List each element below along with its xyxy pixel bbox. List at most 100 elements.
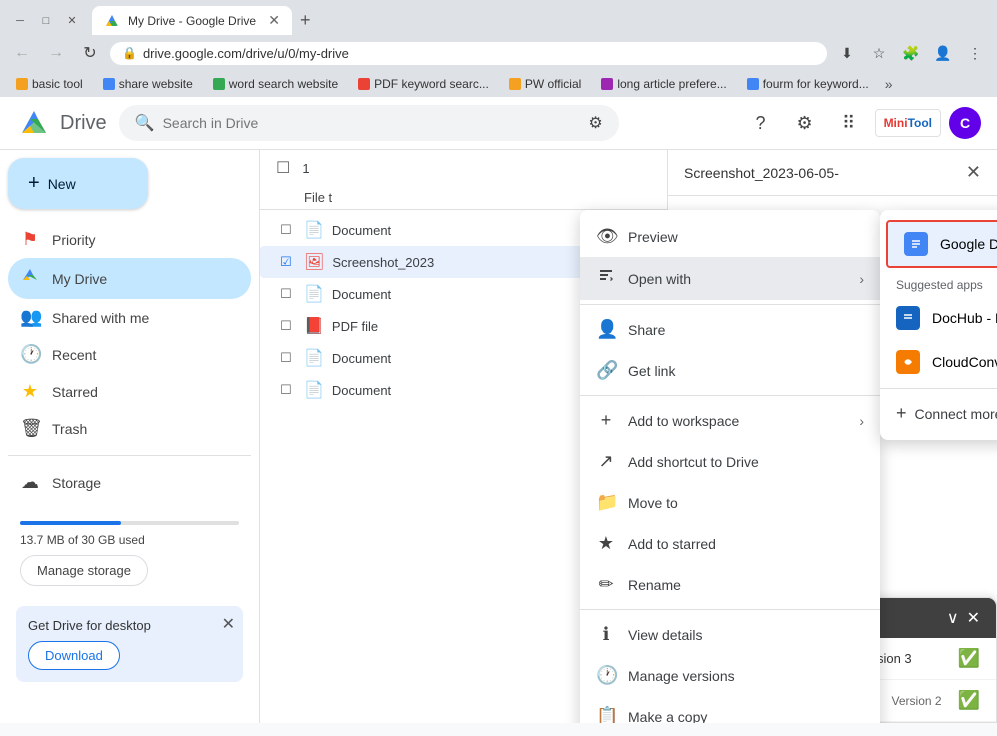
manage-storage-button[interactable]: Manage storage [20,555,148,586]
search-options-icon[interactable]: ⚙ [588,113,602,133]
recent-icon: 🕐 [20,344,40,365]
search-input[interactable] [163,115,581,131]
my-drive-icon [20,266,40,291]
menu-item-rename[interactable]: ✏ Rename [580,564,880,605]
rename-icon: ✏ [596,574,616,595]
menu-item-move-to[interactable]: 📁 Move to [580,482,880,523]
dochub-label: DocHub - PDF Sign and Edit [932,310,997,326]
doc-icon: 📄 [304,220,324,240]
menu-item-preview[interactable]: 👁 Preview [580,216,880,257]
preview-header: Screenshot_2023-06-05- ✕ [668,150,997,196]
open-with-submenu: Google Docs Suggested apps DocHub - PDF … [880,210,997,440]
file-checkbox[interactable]: ☐ [280,318,292,334]
menu-item-open-with[interactable]: Open with › [580,257,880,300]
storage-text: 13.7 MB of 30 GB used [20,533,239,547]
bookmark-label: basic tool [32,77,83,91]
file-checkbox[interactable]: ☐ [280,382,292,398]
cloudconvert-icon [896,350,920,374]
submenu-item-google-docs[interactable]: Google Docs [886,220,997,268]
bookmark-pdf-keyword[interactable]: PDF keyword searc... [350,74,497,94]
menu-icon[interactable]: ⋮ [961,39,989,67]
doc-icon: 📄 [304,348,324,368]
refresh-button[interactable]: ↻ [76,39,104,67]
menu-item-add-shortcut[interactable]: ↗ Add shortcut to Drive [580,441,880,482]
back-button[interactable]: ← [8,39,36,67]
address-bar[interactable]: 🔒 drive.google.com/drive/u/0/my-drive [110,42,827,65]
menu-item-add-workspace[interactable]: + Add to workspace › [580,400,880,441]
file-checkbox[interactable]: ☐ [280,222,292,238]
starred-icon: ★ [20,381,40,402]
sidebar-item-trash[interactable]: 🗑 Trash [8,410,251,447]
bookmark-pw-official[interactable]: PW official [501,74,589,94]
star-icon: ★ [596,533,616,554]
banner-close-button[interactable]: ✕ [222,614,235,634]
bookmark-label: PW official [525,77,581,91]
new-button[interactable]: + New [8,158,148,209]
context-menu: 👁 Preview Open with › 👤 Share 🔗 [580,210,880,723]
select-all-checkbox[interactable]: ☐ [276,158,290,178]
menu-item-get-link[interactable]: 🔗 Get link [580,350,880,391]
submenu-arrow-icon: › [859,271,864,287]
suggested-apps-title: Suggested apps [880,272,997,296]
bookmark-long-article[interactable]: long article prefere... [593,74,734,94]
download-page-icon[interactable]: ⬇ [833,39,861,67]
new-tab-button[interactable]: + [296,6,315,35]
bookmark-word-search[interactable]: word search website [205,74,346,94]
settings-button[interactable]: ⚙ [787,105,823,141]
img-icon: 🖼 [304,252,324,272]
file-checkbox[interactable]: ☐ [280,350,292,366]
menu-item-view-details[interactable]: ℹ View details [580,614,880,655]
shared-icon: 👥 [20,307,40,328]
apps-button[interactable]: ⠿ [831,105,867,141]
sidebar-item-starred[interactable]: ★ Starred [8,373,251,410]
extensions-icon[interactable]: 🧩 [897,39,925,67]
share-icon: 👤 [596,319,616,340]
sidebar-item-storage[interactable]: ☁ Storage [8,464,251,501]
menu-item-add-starred[interactable]: ★ Add to starred [580,523,880,564]
submenu-item-cloudconvert[interactable]: CloudConvert [880,340,997,384]
more-bookmarks-button[interactable]: » [881,74,897,94]
sidebar-item-priority[interactable]: ⚑ Priority [8,221,251,258]
sidebar-item-recent[interactable]: 🕐 Recent [8,336,251,373]
submenu-item-dochub[interactable]: DocHub - PDF Sign and Edit [880,296,997,340]
connect-icon: + [896,403,907,424]
file-checkbox[interactable]: ☐ [280,286,292,302]
sidebar-item-label: Shared with me [52,310,149,326]
file-checkbox[interactable]: ☑ [280,254,292,270]
profile-icon[interactable]: 👤 [929,39,957,67]
preview-icon: 👁 [596,226,616,247]
sidebar-nav: ⚑ Priority My Drive 👥 Shared with me 🕐 R… [8,221,251,501]
bookmark-fourm[interactable]: fourm for keyword... [739,74,877,94]
bookmark-basic-tool[interactable]: basic tool [8,74,91,94]
user-avatar[interactable]: C [949,107,981,139]
active-tab[interactable]: My Drive - Google Drive ✕ [92,6,292,35]
minimize-button[interactable]: ─ [8,11,32,31]
tab-close-button[interactable]: ✕ [268,12,280,29]
forward-button[interactable]: → [42,39,70,67]
link-icon: 🔗 [596,360,616,381]
bookmark-icon[interactable]: ☆ [865,39,893,67]
copy-icon: 📋 [596,706,616,723]
menu-item-make-copy[interactable]: 📋 Make a copy [580,696,880,723]
header-actions: ? ⚙ ⠿ Mini Tool C [743,105,981,141]
sidebar-item-shared[interactable]: 👥 Shared with me [8,299,251,336]
bookmark-share-website[interactable]: share website [95,74,201,94]
menu-item-manage-versions[interactable]: 🕐 Manage versions [580,655,880,696]
connect-more-apps-item[interactable]: + Connect more apps [880,393,997,434]
help-button[interactable]: ? [743,105,779,141]
uploads-collapse-button[interactable]: ∨ [947,608,959,628]
menu-item-share[interactable]: 👤 Share [580,309,880,350]
banner-title: Get Drive for desktop [28,618,231,633]
menu-item-label: Add to workspace [628,413,739,429]
drive-logo-icon [16,105,52,141]
banner-download-button[interactable]: Download [28,641,120,670]
sidebar-item-my-drive[interactable]: My Drive [8,258,251,299]
close-button[interactable]: ✕ [60,11,84,31]
search-bar[interactable]: 🔍 ⚙ [119,105,619,141]
uploads-close-button[interactable]: ✕ [967,608,980,628]
app-header: Drive 🔍 ⚙ ? ⚙ ⠿ Mini Tool C [0,97,997,150]
preview-close-button[interactable]: ✕ [966,162,981,183]
menu-item-label: Make a copy [628,709,707,724]
maximize-button[interactable]: □ [34,11,58,31]
search-icon: 🔍 [135,113,155,133]
